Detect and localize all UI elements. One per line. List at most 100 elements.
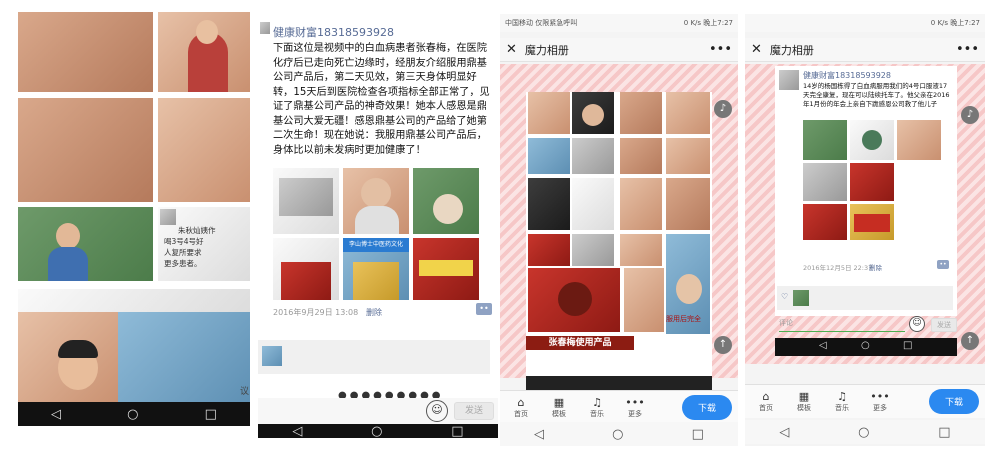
download-button[interactable]: 下载 [681,395,732,420]
grid-image[interactable] [803,204,847,240]
grid-image-6[interactable] [413,238,479,300]
back-icon[interactable]: ◁ [51,407,61,422]
input-bar: ☺ 发送 [258,398,498,424]
more-icon: ••• [870,390,890,403]
bottom-tab-bar: ⌂ 首页 ▦ 模板 ♫ 音乐 ••• 更多 下载 [500,390,738,424]
album-caption-right: 服用后完全 [666,315,701,323]
home-icon[interactable]: ○ [371,424,382,439]
home-icon[interactable]: ○ [127,407,138,422]
emoji-icon[interactable]: ☺ [909,316,925,332]
image-grid [803,120,953,240]
tab-home[interactable]: ⌂ 首页 [506,396,536,419]
download-button[interactable]: 下载 [928,389,979,414]
scroll-top-icon[interactable]: ↑ [961,332,979,350]
tab-template[interactable]: ▦ 模板 [544,396,574,419]
post-text: 14岁的杨国栋得了白血病服用我们的4号口服液17天完全康复，现在可以陆续托车了。… [803,82,950,108]
album-photo [620,138,662,174]
post-timestamp: 2016年12月5日 22:37 [803,264,873,272]
back-icon: ◁ [819,340,827,351]
album-photo [666,138,710,174]
grid-image-2[interactable] [343,168,409,234]
status-right: 0 K/s 晚上7:27 [930,19,980,27]
image-grid: 李山博士中医药文化 [273,168,483,300]
more-icon: ••• [625,396,645,409]
grid-image[interactable] [897,120,941,160]
nav-bar: ◁ ○ □ [18,402,250,426]
grid-image-3[interactable] [413,168,479,234]
album-photo [572,92,614,134]
page-title: 魔力相册 [769,43,814,57]
comment-input[interactable]: 评论 [779,318,905,332]
album-photo [572,138,614,174]
tab-more[interactable]: ••• 更多 [620,396,650,419]
grid-icon: ▦ [798,390,810,403]
tab-music[interactable]: ♫ 音乐 [582,396,612,419]
back-icon[interactable]: ◁ [292,424,302,439]
post-author[interactable]: 健康财富18318593928 [273,24,394,40]
album-photo [572,234,614,266]
scroll-top-icon[interactable]: ↑ [714,336,732,354]
grid-image[interactable] [803,163,847,201]
tab-more[interactable]: ••• 更多 [865,390,895,413]
send-button[interactable]: 发送 [931,318,957,332]
snippet-line: 喝3号4号好 [164,237,204,246]
back-icon[interactable]: ◁ [779,425,789,440]
music-icon: ♫ [592,396,602,409]
carrier-text: 中国移动 仅限紧急呼叫 [505,19,578,27]
status-bar: 中国移动 仅限紧急呼叫 0 K/s 晚上7:27 [500,14,738,32]
send-button[interactable]: 发送 [454,402,494,420]
status-bar: 0 K/s 晚上7:27 [745,14,985,32]
more-icon[interactable]: ••• [956,42,979,57]
side-label: 议 [240,387,250,397]
comment-area: ♡ [777,286,953,310]
recents-icon[interactable]: □ [205,407,217,422]
home-icon[interactable]: ○ [858,425,869,440]
status-right: 0 K/s 晚上7:27 [683,19,733,27]
bottom-tab-bar: ⌂ 首页 ▦ 模板 ♫ 音乐 ••• 更多 下载 [745,384,985,418]
avatar [160,209,176,225]
music-icon[interactable]: ♪ [714,100,732,118]
nav-bar: ◁ ○ □ [258,424,498,438]
close-icon[interactable]: ✕ [506,42,517,57]
album-photo [528,178,570,230]
post-author[interactable]: 健康财富18318593928 [803,70,891,81]
grid-image[interactable] [850,163,894,201]
nav-bar: ◁ ○ □ [500,422,738,446]
chat-snippet: 朱秋灿姨作 喝3号4号好 人复所要求 更多患者。 [158,207,250,281]
snippet-line: 更多患者。 [164,259,202,268]
comment-area [258,340,490,374]
recents-icon[interactable]: □ [692,427,704,442]
home-icon[interactable]: ○ [612,427,623,442]
delete-link[interactable]: 删除 [366,307,382,318]
magic-album-post-panel: 0 K/s 晚上7:27 ✕ 魔力相册 ••• 健康财富18318593928 … [745,14,985,446]
emoji-icon[interactable]: ☺ [426,400,448,422]
recents-icon[interactable]: □ [938,425,950,440]
album-photo [620,178,662,230]
close-icon[interactable]: ✕ [751,42,762,57]
home-icon: ○ [861,340,870,351]
grid-image-5[interactable]: 李山博士中医药文化 [343,238,409,300]
grid-image[interactable] [850,204,894,240]
grid-image-1[interactable] [273,168,339,234]
back-icon[interactable]: ◁ [534,427,544,442]
album-photo [528,138,570,174]
tab-home[interactable]: ⌂ 首页 [751,390,781,413]
delete-link[interactable]: 删除 [869,262,882,272]
grid-image[interactable] [850,120,894,160]
comment-icon[interactable]: •• [937,260,949,269]
more-icon[interactable]: ••• [709,42,732,57]
liker-avatar[interactable] [793,290,809,306]
music-icon[interactable]: ♪ [961,106,979,124]
comment-icon[interactable]: •• [476,303,492,315]
recents-icon[interactable]: □ [451,424,463,439]
home-icon: ⌂ [517,396,525,409]
home-icon: ⌂ [762,390,770,403]
liker-avatar[interactable] [262,346,282,366]
grid-image[interactable] [803,120,847,160]
grid-icon: ▦ [553,396,565,409]
tab-music[interactable]: ♫ 音乐 [827,390,857,413]
moments-post-panel: 健康财富18318593928 下面这位是视频中的白血病患者张春梅，在医院化疗后… [258,14,498,438]
tab-template[interactable]: ▦ 模板 [789,390,819,413]
photo-7 [18,312,118,408]
grid-image-4[interactable] [273,238,339,300]
